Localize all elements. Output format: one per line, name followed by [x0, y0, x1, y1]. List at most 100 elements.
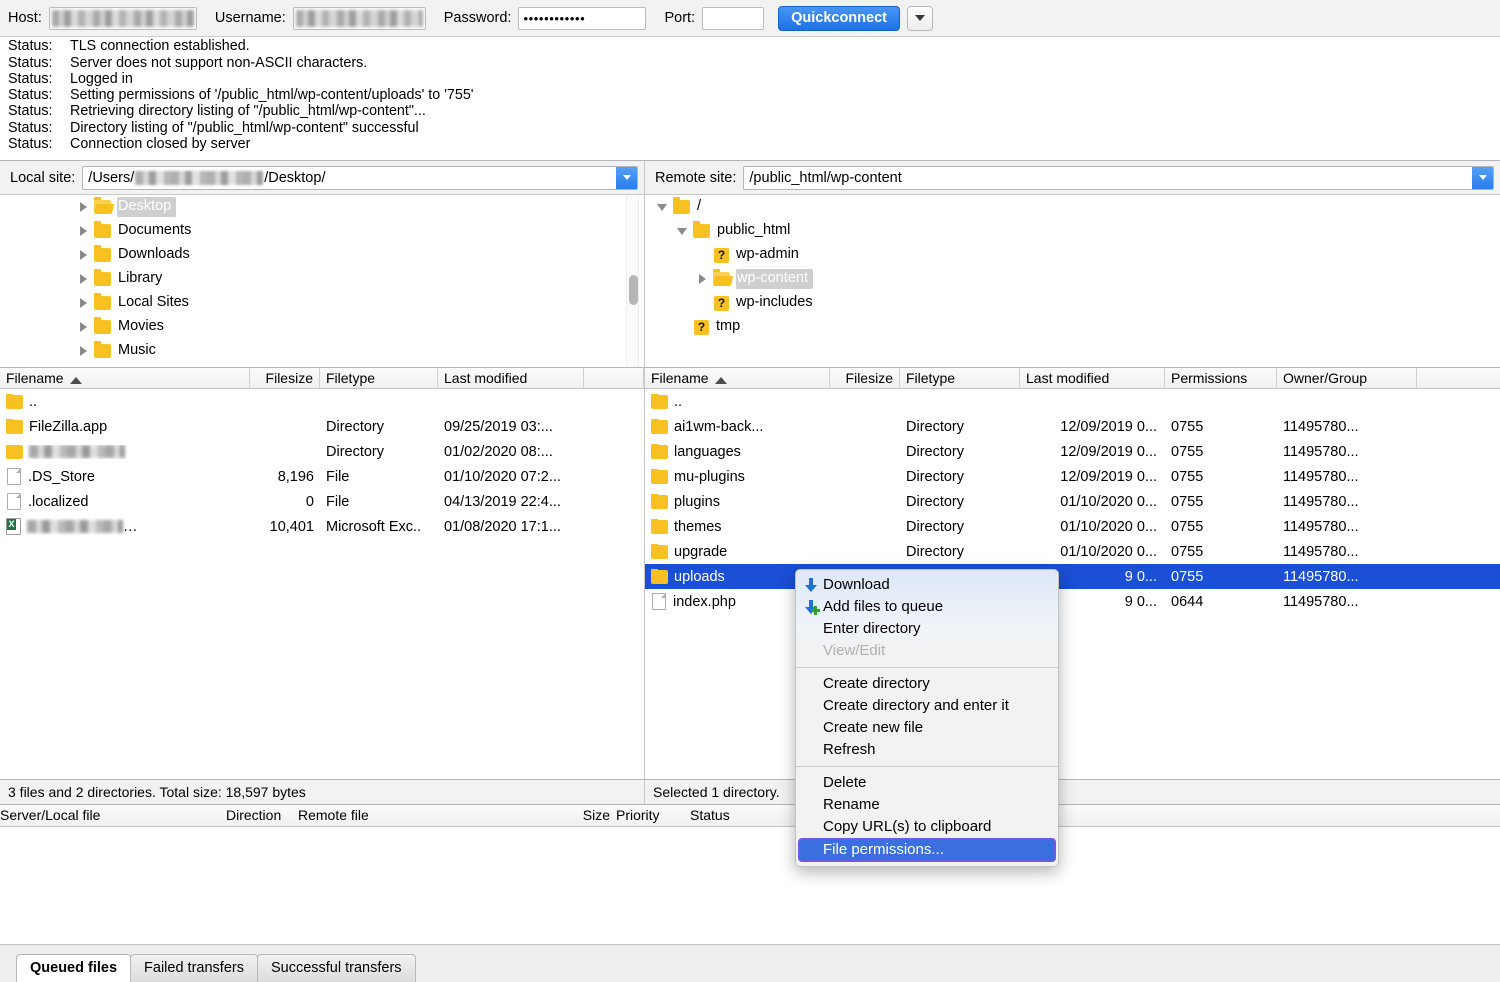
quickconnect-history-dropdown[interactable] [907, 6, 933, 31]
log-prefix: Status: [0, 38, 70, 54]
remote-list-row[interactable]: ai1wm-back...Directory12/09/2019 0...075… [645, 414, 1500, 439]
local-site-combobox[interactable]: /Users//Desktop/ [82, 166, 638, 190]
tree-item-wp-admin[interactable]: ?wp-admin [645, 243, 1500, 267]
tree-expander[interactable] [675, 219, 689, 243]
local-list-row[interactable]: .DS_Store8,196File01/10/2020 07:2... [0, 464, 644, 489]
local-site-dropdown-button[interactable] [616, 167, 637, 189]
local-list-row[interactable]: …10,401Microsoft Exc..01/08/2020 17:1... [0, 514, 644, 539]
column-header-spacer[interactable] [584, 368, 644, 389]
tree-expander[interactable] [695, 267, 709, 291]
menu-item-create-new-file[interactable]: Create new file [796, 717, 1058, 739]
menu-item-create-directory[interactable]: Create directory [796, 673, 1058, 695]
remote-file-list[interactable]: FilenameFilesizeFiletypeLast modifiedPer… [645, 367, 1500, 779]
column-header-permissions[interactable]: Permissions [1165, 368, 1277, 389]
tree-expander[interactable] [76, 267, 90, 291]
remote-file-context-menu[interactable]: DownloadAdd files to queueEnter director… [795, 569, 1059, 867]
local-list-body[interactable]: ..FileZilla.appDirectory09/25/2019 03:..… [0, 389, 644, 779]
tree-expander[interactable] [76, 315, 90, 339]
menu-item-file-permissions[interactable]: File permissions... [798, 838, 1056, 862]
menu-item-rename[interactable]: Rename [796, 794, 1058, 816]
tree-item-[interactable]: / [645, 195, 1500, 219]
tree-item-public-html[interactable]: public_html [645, 219, 1500, 243]
scrollbar-thumb[interactable] [629, 275, 638, 305]
remote-list-body[interactable]: ..ai1wm-back...Directory12/09/2019 0...0… [645, 389, 1500, 779]
local-list-row[interactable]: Directory01/02/2020 08:... [0, 439, 644, 464]
remote-list-row[interactable]: index.php9 0...064411495780... [645, 589, 1500, 614]
column-header-filesize[interactable]: Filesize [250, 368, 320, 389]
queue-body[interactable] [0, 827, 1500, 914]
tree-item-tmp[interactable]: ?tmp [645, 315, 1500, 339]
remote-list-row[interactable]: mu-pluginsDirectory12/09/2019 0...075511… [645, 464, 1500, 489]
remote-list-row[interactable]: upgradeDirectory01/10/2020 0...075511495… [645, 539, 1500, 564]
remote-list-row[interactable]: languagesDirectory12/09/2019 0...0755114… [645, 439, 1500, 464]
host-input[interactable] [49, 7, 197, 30]
column-header-filetype[interactable]: Filetype [900, 368, 1020, 389]
column-header-spacer[interactable] [483, 805, 571, 827]
menu-item-create-directory-and-enter-it[interactable]: Create directory and enter it [796, 695, 1058, 717]
tree-expander[interactable] [76, 219, 90, 243]
menu-item-add-files-to-queue[interactable]: Add files to queue [796, 596, 1058, 618]
tree-item-local-sites[interactable]: Local Sites [0, 291, 644, 315]
filetype-cell: Directory [900, 419, 1020, 435]
column-header-owner-group[interactable]: Owner/Group [1277, 368, 1417, 389]
remote-site-path: /public_html/wp-content [744, 167, 1472, 189]
tree-item-desktop[interactable]: Desktop [0, 195, 644, 219]
column-header-last-modified[interactable]: Last modified [1020, 368, 1165, 389]
remote-list-column-header[interactable]: FilenameFilesizeFiletypeLast modifiedPer… [645, 368, 1500, 389]
menu-item-download[interactable]: Download [796, 574, 1058, 596]
menu-item-copy-url-s-to-clipboard[interactable]: Copy URL(s) to clipboard [796, 816, 1058, 838]
remote-list-row[interactable]: themesDirectory01/10/2020 0...0755114957… [645, 514, 1500, 539]
last-modified-cell: 12/09/2019 0... [1020, 469, 1165, 485]
menu-item-enter-directory[interactable]: Enter directory [796, 618, 1058, 640]
column-header-priority[interactable]: Priority [616, 805, 690, 827]
port-input[interactable] [702, 7, 764, 30]
menu-item-refresh[interactable]: Refresh [796, 739, 1058, 761]
password-input[interactable]: •••••••••••• [518, 7, 646, 30]
column-header-server-local-file[interactable]: Server/Local file [0, 805, 226, 827]
remote-site-dropdown-button[interactable] [1472, 167, 1493, 189]
tree-item-documents[interactable]: Documents [0, 219, 644, 243]
tree-item-movies[interactable]: Movies [0, 315, 644, 339]
tree-expander[interactable] [655, 195, 669, 219]
column-header-remote-file[interactable]: Remote file [298, 805, 483, 827]
local-list-column-header[interactable]: FilenameFilesizeFiletypeLast modified [0, 368, 644, 389]
remote-directory-tree[interactable]: /public_html?wp-adminwp-content?wp-inclu… [645, 195, 1500, 367]
remote-site-combobox[interactable]: /public_html/wp-content [743, 166, 1494, 190]
local-directory-tree[interactable]: DesktopDocumentsDownloadsLibraryLocal Si… [0, 195, 645, 367]
column-header-direction[interactable]: Direction [226, 805, 298, 827]
local-tree-scrollbar[interactable] [626, 195, 639, 367]
column-header-filename[interactable]: Filename [0, 368, 250, 389]
quickconnect-button[interactable]: Quickconnect [778, 6, 900, 31]
tree-item-label: Movies [117, 317, 169, 337]
local-list-row[interactable]: FileZilla.appDirectory09/25/2019 03:... [0, 414, 644, 439]
tree-item-wp-includes[interactable]: ?wp-includes [645, 291, 1500, 315]
tree-expander[interactable] [76, 243, 90, 267]
log-message: Connection closed by server [70, 136, 250, 152]
remote-list-row[interactable]: .. [645, 389, 1500, 414]
tree-expander[interactable] [76, 291, 90, 315]
tree-expander[interactable] [76, 339, 90, 363]
column-header-filesize[interactable]: Filesize [830, 368, 900, 389]
column-header-filename[interactable]: Filename [645, 368, 830, 389]
tree-item-wp-content[interactable]: wp-content [645, 267, 1500, 291]
local-list-row[interactable]: .. [0, 389, 644, 414]
local-list-row[interactable]: .localized0File04/13/2019 22:4... [0, 489, 644, 514]
tab-queued-files[interactable]: Queued files [16, 954, 131, 982]
remote-list-row[interactable]: pluginsDirectory01/10/2020 0...075511495… [645, 489, 1500, 514]
menu-item-delete[interactable]: Delete [796, 772, 1058, 794]
tab-successful-transfers[interactable]: Successful transfers [257, 954, 416, 982]
column-header-filetype[interactable]: Filetype [320, 368, 438, 389]
tree-expander[interactable] [76, 195, 90, 219]
tree-item-downloads[interactable]: Downloads [0, 243, 644, 267]
queue-column-header[interactable]: Server/Local fileDirectionRemote file Siz… [0, 805, 1500, 827]
column-header-last-modified[interactable]: Last modified [438, 368, 584, 389]
local-file-list[interactable]: FilenameFilesizeFiletypeLast modified ..… [0, 367, 645, 779]
tree-item-music[interactable]: Music [0, 339, 644, 363]
remote-list-row[interactable]: uploads9 0...075511495780... [645, 564, 1500, 589]
tree-item-library[interactable]: Library [0, 267, 644, 291]
status-message-log[interactable]: Status: Directory listing of "/public_ht… [0, 37, 1500, 161]
tab-failed-transfers[interactable]: Failed transfers [130, 954, 258, 982]
username-input[interactable] [293, 7, 426, 30]
column-header-size[interactable]: Size [571, 805, 616, 827]
last-modified-cell: 12/09/2019 0... [1020, 444, 1165, 460]
